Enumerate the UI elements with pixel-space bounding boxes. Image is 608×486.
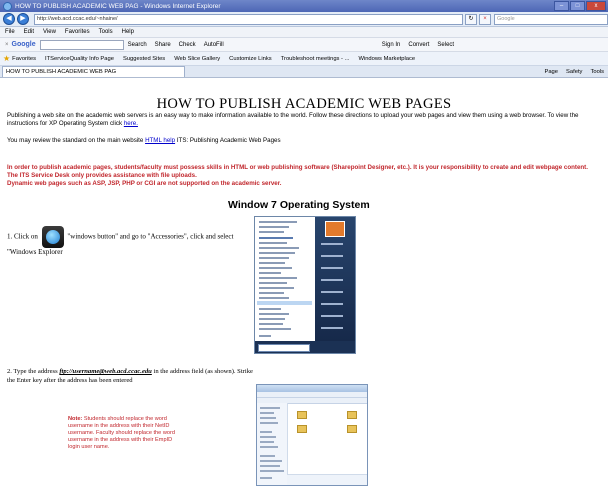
favorite-link-suggested[interactable]: Suggested Sites — [123, 56, 165, 62]
menu-view[interactable]: View — [43, 29, 56, 35]
window-title: HOW TO PUBLISH ACADEMIC WEB PAG - Window… — [15, 2, 221, 10]
menu-bar: File Edit View Favorites Tools Help — [0, 27, 608, 38]
windows-start-icon — [41, 226, 64, 248]
explorer-titlebar — [257, 385, 367, 392]
folder-icon — [297, 411, 307, 419]
menu-help[interactable]: Help — [122, 29, 134, 35]
standard-suffix: ITS: Publishing Academic Web Pages — [176, 137, 281, 144]
command-bar: Page Safety Tools — [544, 69, 604, 75]
search-placeholder: Google — [497, 16, 515, 22]
tab-label: HOW TO PUBLISH ACADEMIC WEB PAG — [6, 69, 117, 75]
address-url: http://web.acd.ccac.edu/~nhaine/ — [37, 16, 118, 22]
safety-menu[interactable]: Safety — [566, 69, 582, 75]
standard-prefix: You may review the standard on the main … — [7, 137, 144, 144]
html-help-link[interactable]: HTML help — [145, 137, 175, 144]
google-check-button[interactable]: Check — [179, 42, 196, 48]
google-search-button[interactable]: Search — [128, 42, 147, 48]
favorites-bar: ★ Favorites ITServiceQuality Info Page Su… — [0, 52, 608, 66]
forward-button[interactable]: ▶ — [17, 13, 29, 25]
maximize-button[interactable]: □ — [570, 1, 585, 11]
note-block: Note: Students should replace the word u… — [68, 416, 180, 451]
google-search-input[interactable] — [39, 39, 124, 50]
explorer-screenshot — [256, 384, 368, 486]
tab-current[interactable]: HOW TO PUBLISH ACADEMIC WEB PAG — [2, 66, 185, 77]
close-button[interactable]: x — [586, 1, 606, 11]
favorite-link-webslice[interactable]: Web Slice Gallery — [174, 56, 220, 62]
ftp-address: ftp://username@web.acd.ccac.edu — [59, 368, 152, 375]
folder-icon — [297, 425, 307, 433]
favorites-label: Favorites — [12, 55, 37, 62]
menu-file[interactable]: File — [5, 29, 15, 35]
page-menu[interactable]: Page — [544, 69, 558, 75]
start-menu-search-box — [258, 344, 310, 352]
step-1: 1. Click on "windows button" and go to "… — [7, 226, 247, 257]
favorite-link-marketplace[interactable]: Windows Marketplace — [358, 56, 415, 62]
favorite-link-troubleshoot[interactable]: Troubleshoot meetings - ... — [281, 56, 350, 62]
menu-favorites[interactable]: Favorites — [65, 29, 90, 35]
google-toolbar: × Google Search Share Check AutoFill Sig… — [0, 38, 608, 52]
note-label: Note: — [68, 416, 83, 422]
start-menu-program-list — [255, 217, 315, 341]
warning-block: In order to publish academic pages, stud… — [7, 164, 605, 189]
select-button[interactable]: Select — [437, 42, 454, 48]
step2-prefix: 2. Type the address — [7, 368, 58, 375]
page-content: HOW TO PUBLISH ACADEMIC WEB PAGES Publis… — [0, 86, 608, 486]
warning-line: Dynamic web pages such as ASP, JSP, PHP … — [7, 180, 282, 188]
minimize-button[interactable]: – — [554, 1, 569, 11]
address-field[interactable]: http://web.acd.ccac.edu/~nhaine/ — [34, 13, 463, 25]
os-heading: Window 7 Operating System — [228, 199, 370, 211]
xp-instructions-link[interactable]: here. — [124, 120, 138, 127]
intro-text: Publishing a web site on the academic we… — [7, 112, 579, 127]
address-row: ◀ ▶ http://web.acd.ccac.edu/~nhaine/ ↻ ×… — [0, 12, 608, 27]
page-title: HOW TO PUBLISH ACADEMIC WEB PAGES — [156, 96, 452, 112]
refresh-icon[interactable]: ↻ — [465, 13, 477, 25]
standard-paragraph: You may review the standard on the main … — [7, 137, 281, 144]
explorer-nav-pane — [257, 403, 288, 485]
start-menu-right-pane — [315, 217, 355, 341]
intro-paragraph: Publishing a web site on the academic we… — [7, 112, 603, 128]
window-titlebar: HOW TO PUBLISH ACADEMIC WEB PAG - Window… — [0, 0, 608, 12]
note-text: Students should replace the word usernam… — [68, 416, 175, 450]
window-controls: – □ x — [554, 1, 606, 11]
google-signin-button[interactable]: Sign In — [382, 42, 401, 48]
folder-icon — [347, 425, 357, 433]
tools-menu[interactable]: Tools — [590, 69, 604, 75]
google-autofill-button[interactable]: AutoFill — [204, 42, 224, 48]
star-icon: ★ — [3, 54, 11, 63]
tab-row: HOW TO PUBLISH ACADEMIC WEB PAG Page Saf… — [0, 66, 608, 78]
search-input[interactable]: Google — [494, 13, 608, 25]
start-menu-screenshot — [254, 216, 356, 354]
menu-edit[interactable]: Edit — [24, 29, 34, 35]
google-logo: Google — [11, 41, 36, 48]
favorite-link-customize[interactable]: Customize Links — [229, 56, 272, 62]
close-toolbar-icon[interactable]: × — [5, 42, 9, 48]
step1-prefix: 1. Click on — [7, 232, 38, 241]
step1-suffix: "windows button" and go to "Accessories"… — [7, 232, 234, 256]
step-2: 2. Type the address ftp://username@web.a… — [7, 368, 257, 385]
menu-tools[interactable]: Tools — [99, 29, 113, 35]
warning-line: In order to publish academic pages, stud… — [7, 164, 588, 171]
user-picture — [325, 221, 345, 237]
folder-icon — [347, 411, 357, 419]
favorites-button[interactable]: ★ Favorites — [3, 54, 36, 63]
back-button[interactable]: ◀ — [3, 13, 15, 25]
stop-icon[interactable]: × — [479, 13, 491, 25]
warning-line: The ITS Service Desk only provides assis… — [7, 172, 197, 180]
start-menu-bottom — [255, 341, 355, 353]
favorite-link-itservice[interactable]: ITServiceQuality Info Page — [45, 56, 114, 62]
ie-logo-icon — [3, 1, 12, 11]
convert-button[interactable]: Convert — [408, 42, 429, 48]
explorer-details-pane — [287, 474, 367, 485]
google-share-button[interactable]: Share — [155, 42, 171, 48]
